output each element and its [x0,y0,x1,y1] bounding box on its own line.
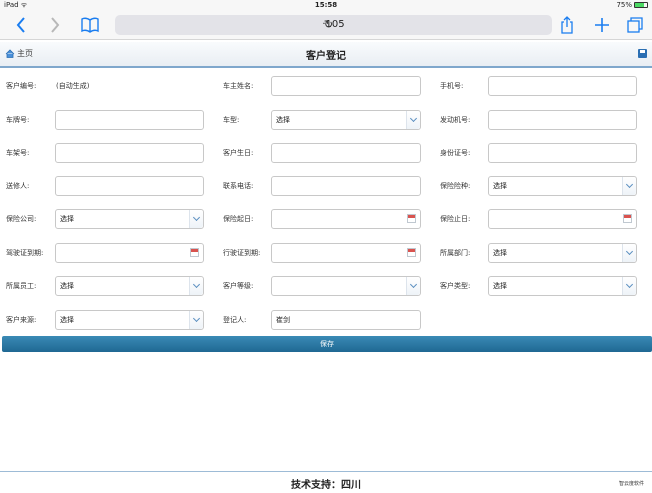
back-button[interactable] [10,13,32,37]
department-value: 选择 [493,249,507,257]
customer-type-value: 选择 [493,282,507,290]
chevron-down-icon [622,277,636,295]
insurance-type-label: 保险险种: [440,182,471,190]
brand-text: 智云度软件 [618,481,644,487]
calendar-icon[interactable] [407,214,416,223]
registrar-label: 登记人: [223,316,247,324]
license-expiry-label: 驾驶证到期: [6,249,44,257]
owner-name-label: 车主姓名: [223,82,254,90]
insurance-company-label: 保险公司: [6,215,37,223]
chevron-down-icon [189,277,203,295]
registrar-input[interactable]: 崔剑 [271,310,421,330]
insurance-start-label: 保险起日: [223,215,254,223]
insurance-type-value: 选择 [493,182,507,190]
chevron-down-icon [406,277,420,295]
customer-level-label: 客户等级: [223,282,254,290]
employee-value: 选择 [60,282,74,290]
customer-type-select[interactable]: 选择 [488,276,637,296]
chevron-down-icon [406,111,420,129]
insurance-start-input[interactable] [271,209,421,229]
employee-label: 所属员工: [6,282,37,290]
id-card-label: 身份证号: [440,149,471,157]
engine-no-input[interactable] [488,110,637,130]
birthday-input[interactable] [271,143,421,163]
footer: 技术支持：四川 智云度软件 [0,471,652,493]
customer-source-value: 选择 [60,316,74,324]
tech-support-text: 技术支持：四川 [291,480,361,491]
chevron-right-icon [51,17,60,33]
plate-no-label: 车牌号: [6,116,30,124]
insurance-type-select[interactable]: 选择 [488,176,637,196]
customer-level-select[interactable] [271,276,421,296]
engine-no-label: 发动机号: [440,116,471,124]
customer-source-select[interactable]: 选择 [55,310,204,330]
vehicle-license-expiry-label: 行驶证到期: [223,249,261,257]
insurance-end-input[interactable] [488,209,637,229]
share-icon [561,16,573,34]
chevron-down-icon [189,311,203,329]
battery-icon [634,2,648,8]
department-label: 所属部门: [440,249,471,257]
car-model-value: 选择 [276,116,290,124]
browser-toolbar: ·105 ↻ [0,10,652,40]
vehicle-license-expiry-input[interactable] [271,243,421,263]
customer-no-value: (自动生成) [56,82,90,90]
sender-label: 送修人: [6,182,30,190]
owner-name-input[interactable] [271,76,421,96]
calendar-icon[interactable] [623,214,632,223]
clock: 15:58 [314,1,338,9]
page-title: 客户登记 [306,51,346,62]
department-select[interactable]: 选择 [488,243,637,263]
battery-indicator: 75% [616,0,648,10]
share-button[interactable] [556,13,578,37]
calendar-icon[interactable] [190,248,199,257]
save-button[interactable]: 保存 [2,336,652,352]
tabs-icon [627,17,643,33]
calendar-icon[interactable] [407,248,416,257]
contact-phone-label: 联系电话: [223,182,254,190]
id-card-input[interactable] [488,143,637,163]
chevron-down-icon [189,210,203,228]
sender-input[interactable] [55,176,204,196]
contact-phone-input[interactable] [271,176,421,196]
phone-input[interactable] [488,76,637,96]
address-bar[interactable]: ·105 ↻ [115,15,552,35]
customer-type-label: 客户类型: [440,282,471,290]
phone-label: 手机号: [440,82,464,90]
new-tab-button[interactable] [591,13,613,37]
forward-button[interactable] [44,13,66,37]
app-header: 主页 客户登记 [0,42,652,68]
customer-no-label: 客户编号: [6,82,37,90]
car-model-label: 车型: [223,116,240,124]
reload-icon[interactable]: ↻ [115,15,542,35]
frame-no-label: 车架号: [6,149,30,157]
license-expiry-input[interactable] [55,243,204,263]
insurance-company-value: 选择 [60,215,74,223]
birthday-label: 客户生日: [223,149,254,157]
save-disk-icon[interactable] [638,49,647,58]
battery-percent: 75% [616,1,632,9]
chevron-down-icon [622,177,636,195]
plus-icon [595,18,609,32]
customer-source-label: 客户来源: [6,316,37,324]
tabs-button[interactable] [624,13,646,37]
frame-no-input[interactable] [55,143,204,163]
status-bar: iPad ᯤ 15:58 75% [0,0,652,10]
bookmarks-button[interactable] [78,13,102,37]
chevron-down-icon [622,244,636,262]
car-model-select[interactable]: 选择 [271,110,421,130]
plate-no-input[interactable] [55,110,204,130]
book-icon [81,17,99,33]
insurance-company-select[interactable]: 选择 [55,209,204,229]
employee-select[interactable]: 选择 [55,276,204,296]
chevron-left-icon [16,17,25,33]
insurance-end-label: 保险止日: [440,215,471,223]
